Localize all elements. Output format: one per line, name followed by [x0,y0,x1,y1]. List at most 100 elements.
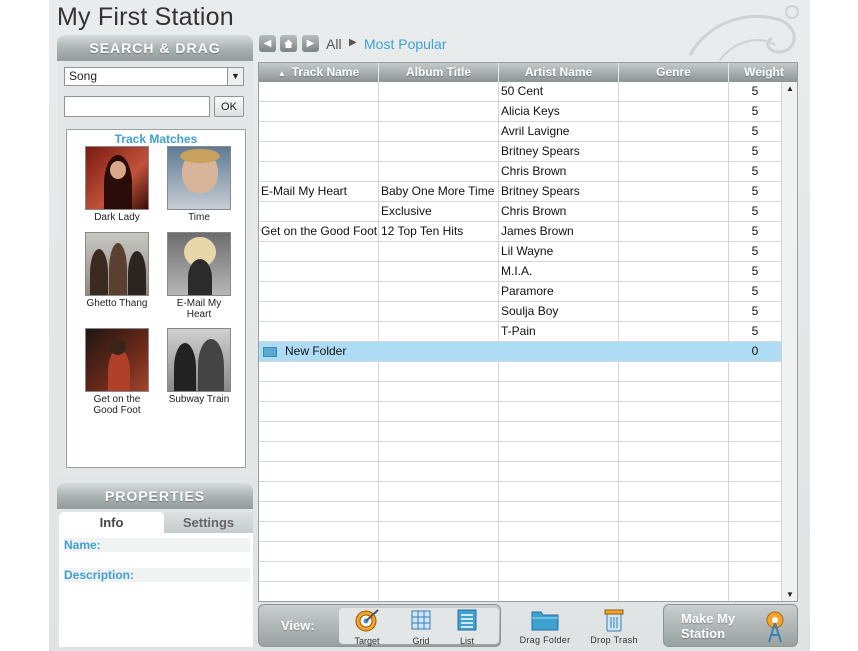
table-row[interactable]: 50 Cent 5 [259,82,781,102]
drag-folder-label: Drag Folder [519,635,571,645]
drag-folder-button[interactable]: Drag Folder [515,606,575,645]
table-row[interactable]: Chris Brown 5 [259,162,781,182]
ok-button[interactable]: OK [214,96,244,117]
cell-empty [499,422,619,442]
track-tile-time[interactable]: Time [164,146,234,223]
cell-empty [259,582,379,601]
drop-trash-button[interactable]: Drop Trash [586,606,642,645]
table-row[interactable]: Alicia Keys 5 [259,102,781,122]
scroll-down-icon[interactable]: ▼ [782,588,797,601]
empty-row[interactable] [259,482,781,502]
cell-empty [379,562,499,582]
table-row[interactable]: T-Pain 5 [259,322,781,342]
scroll-up-icon[interactable]: ▲ [782,82,797,96]
column-track-name[interactable]: ▲ Track Name [259,63,379,82]
track-tile-ghetto-thang[interactable]: Ghetto Thang [82,232,152,309]
folder-row[interactable]: New Folder 0 [259,342,781,362]
cell-empty [379,442,499,462]
view-toolbar: View: Target Grid List [258,604,501,647]
cell-empty [729,482,781,502]
view-list-button[interactable]: List [447,608,487,646]
cell-weight: 5 [751,324,759,338]
cell-empty [619,562,729,582]
track-tile-get-on-the-good-foot[interactable]: Get on the Good Foot [82,328,152,416]
table-row[interactable]: Exclusive Chris Brown 5 [259,202,781,222]
column-album-title[interactable]: Album Title [379,63,499,82]
home-icon[interactable] [280,35,297,52]
cell-weight: 5 [751,304,759,318]
table-row[interactable]: Lil Wayne 5 [259,242,781,262]
cell-genre [619,282,729,302]
track-grid: ▲ Track Name Album Title Artist Name Genr… [258,62,798,602]
tab-info[interactable]: Info [59,512,164,533]
view-grid-button[interactable]: Grid [401,608,441,646]
cell-empty [499,562,619,582]
chevron-down-icon[interactable]: ▼ [227,68,243,85]
view-target-label: Target [354,636,380,646]
empty-row[interactable] [259,582,781,601]
cell-album [379,142,499,162]
column-artist-name[interactable]: Artist Name [499,63,619,82]
tab-settings[interactable]: Settings [164,512,253,533]
cell-track [259,202,379,222]
cell-weight: 5 [751,204,759,218]
cell-artist: Britney Spears [499,182,619,202]
empty-row[interactable] [259,362,781,382]
empty-row[interactable] [259,422,781,442]
breadcrumb-most-popular[interactable]: Most Popular [364,36,446,52]
cell-genre [619,202,729,222]
cell-empty [499,382,619,402]
cell-empty [619,522,729,542]
table-row[interactable]: Get on the Good Foot 12 Top Ten Hits James… [259,222,781,242]
column-genre[interactable]: Genre [619,63,729,82]
radio-tower-icon [766,611,784,643]
cell-empty [259,522,379,542]
table-row[interactable]: Paramore 5 [259,282,781,302]
track-tile-subway-train[interactable]: Subway Train [164,328,234,405]
empty-row[interactable] [259,382,781,402]
cell-track [259,322,379,342]
search-input[interactable] [64,96,210,117]
track-tile-dark-lady[interactable]: Dark Lady [82,146,152,223]
album-art-email-my-heart [167,232,231,296]
table-row[interactable]: Soulja Boy 5 [259,302,781,322]
cell-empty [259,422,379,442]
vertical-scrollbar[interactable]: ▲ ▼ [781,82,797,601]
view-options: Target Grid List [339,608,499,646]
cell-album [379,102,499,122]
breadcrumb-all[interactable]: All [326,36,342,52]
cell-empty [499,402,619,422]
forward-icon[interactable]: ▶ [302,35,319,52]
table-row[interactable]: M.I.A. 5 [259,262,781,282]
view-list-label: List [459,636,474,646]
empty-row[interactable] [259,442,781,462]
table-row[interactable]: E-Mail My Heart Baby One More Time Britney… [259,182,781,202]
empty-row[interactable] [259,562,781,582]
make-station-label: Make My Station [681,611,736,641]
cell-album [379,122,499,142]
cell-empty [379,522,499,542]
cell-empty [729,562,781,582]
empty-row[interactable] [259,522,781,542]
back-icon[interactable]: ◀ [259,35,276,52]
track-tile-email-my-heart[interactable]: E-Mail My Heart [164,232,234,320]
cell-empty [619,442,729,462]
search-type-select[interactable]: Song ▼ [64,67,244,86]
column-weight[interactable]: Weight [729,63,797,82]
empty-row[interactable] [259,502,781,522]
cell-artist: James Brown [499,222,619,242]
table-row[interactable]: Avril Lavigne 5 [259,122,781,142]
view-target-button[interactable]: Target [347,608,387,646]
cell-album: Exclusive [379,202,499,222]
table-row[interactable]: Britney Spears 5 [259,142,781,162]
empty-row[interactable] [259,462,781,482]
cell-weight: 5 [751,104,759,118]
empty-row[interactable] [259,402,781,422]
cell-empty [259,542,379,562]
cell-empty [619,502,729,522]
empty-row[interactable] [259,542,781,562]
make-my-station-button[interactable]: Make My Station [663,604,798,647]
cell-track: E-Mail My Heart [259,182,379,202]
cell-empty [379,582,499,601]
cell-empty [729,442,781,462]
